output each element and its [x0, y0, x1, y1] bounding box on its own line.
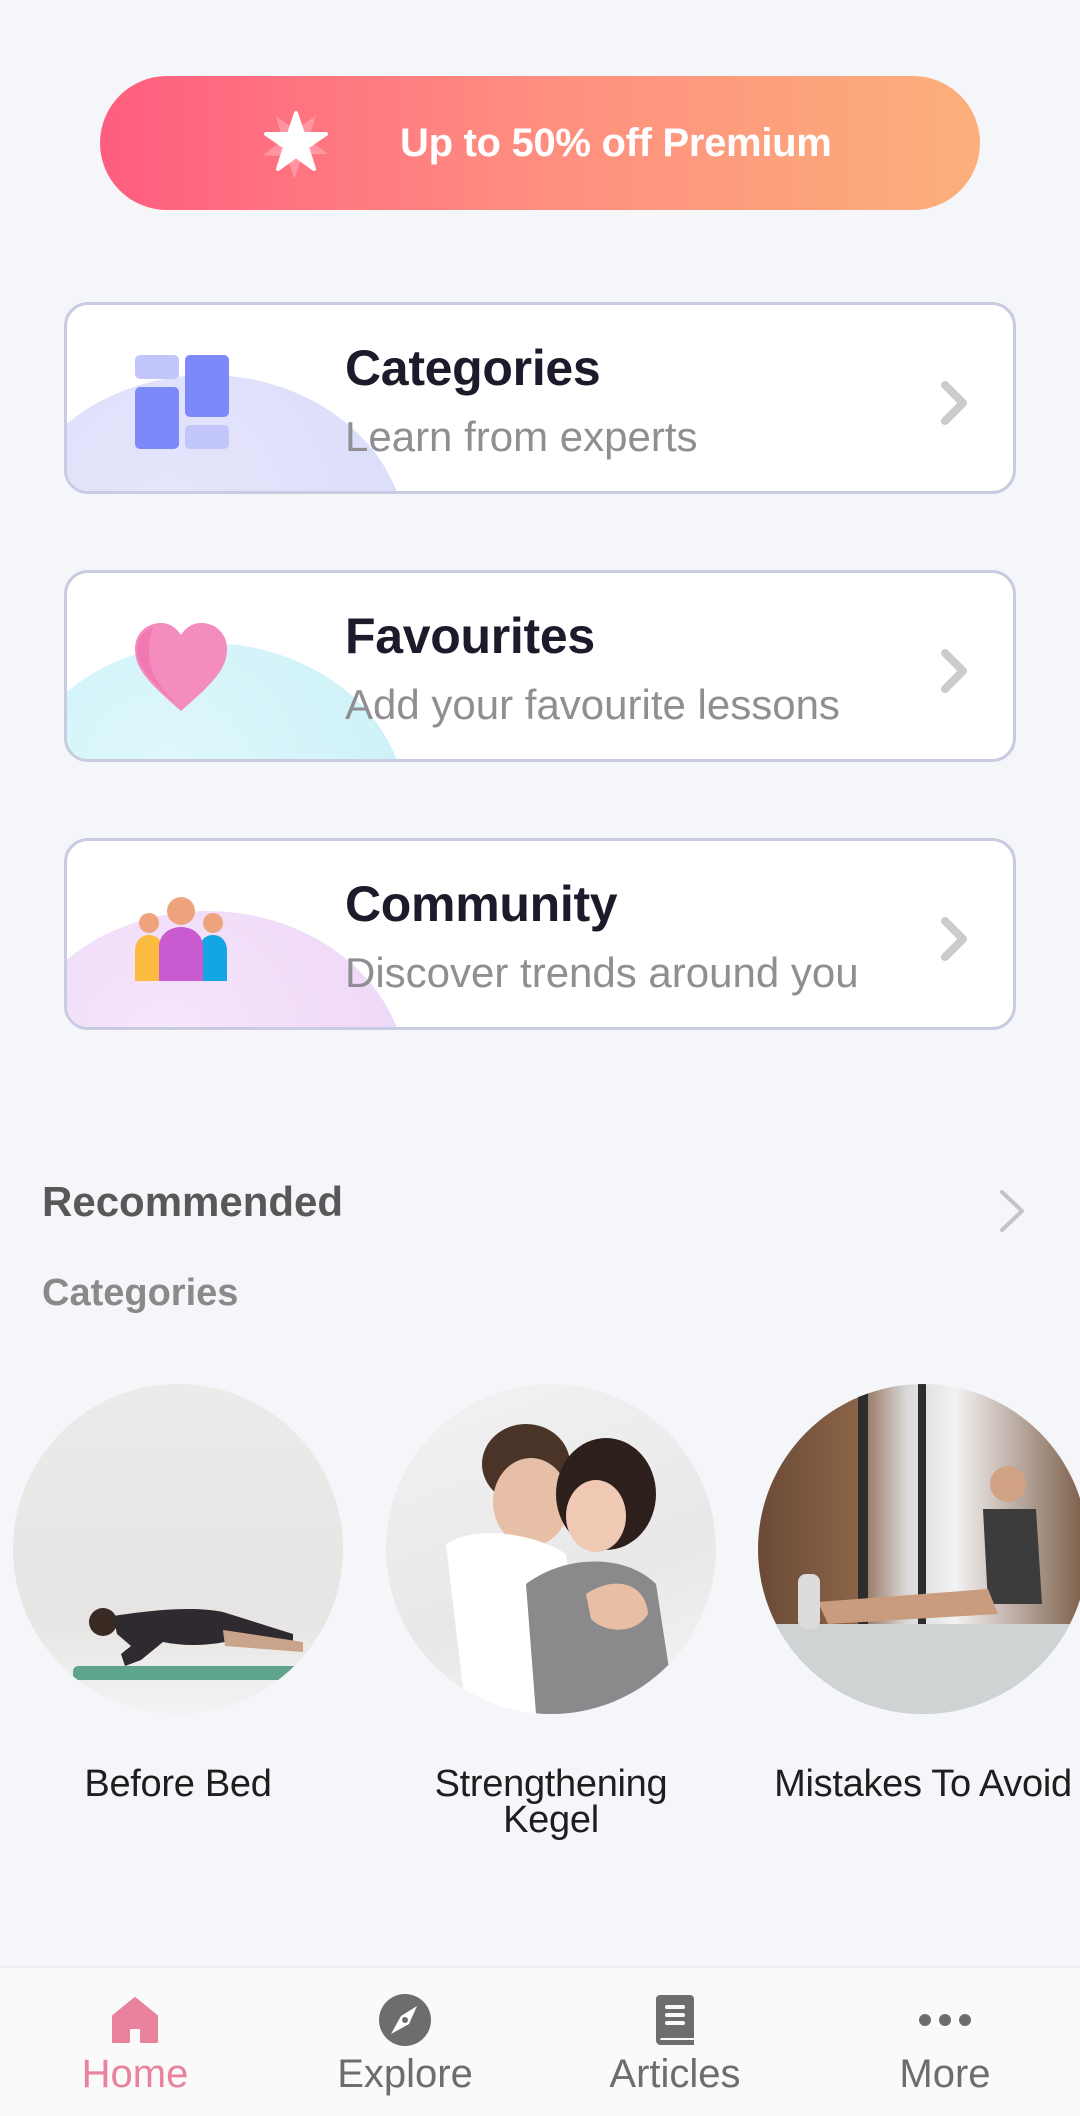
chevron-right-icon [941, 917, 967, 961]
premium-promo-button[interactable]: Up to 50% off Premium [100, 76, 980, 210]
plank-photo-illustration [73, 1608, 303, 1680]
couple-photo-illustration [446, 1424, 676, 1714]
compass-icon [379, 1994, 431, 2046]
promo-label: Up to 50% off Premium [400, 121, 832, 165]
card-subtitle: Learn from experts [345, 413, 698, 460]
heart-icon [135, 623, 227, 711]
category-image [13, 1384, 343, 1714]
recommended-subheading: Categories [42, 1272, 239, 1314]
card-subtitle: Add your favourite lessons [345, 681, 840, 728]
nav-label: Articles [609, 2052, 741, 2096]
categories-card[interactable]: Categories Learn from experts [64, 302, 1016, 494]
category-label: Mistakes To Avoid [774, 1763, 1072, 1805]
category-item-before-bed[interactable]: Before Bed [13, 1384, 343, 1805]
nav-tab-articles[interactable]: Articles [540, 1968, 810, 2116]
gym-stretch-photo-illustration [758, 1384, 1080, 1714]
book-icon [656, 1995, 694, 2045]
home-icon [112, 1997, 158, 2043]
community-people-icon [135, 897, 227, 981]
card-title: Categories [345, 340, 601, 396]
category-label: Strengthening Kegel [434, 1763, 668, 1841]
category-image [758, 1384, 1080, 1714]
categories-grid-icon [135, 355, 229, 449]
recommended-see-all-chevron-icon[interactable] [996, 1186, 1028, 1236]
bottom-navigation: Home Explore Articles More [0, 1966, 1080, 2116]
nav-tab-home[interactable]: Home [0, 1968, 270, 2116]
category-image [386, 1384, 716, 1714]
recommended-heading: Recommended [42, 1178, 344, 1225]
card-subtitle: Discover trends around you [345, 949, 859, 996]
category-item-mistakes-to-avoid[interactable]: Mistakes To Avoid [758, 1384, 1080, 1805]
more-dots-icon [919, 2014, 971, 2026]
favourites-card[interactable]: Favourites Add your favourite lessons [64, 570, 1016, 762]
nav-label: Explore [337, 2052, 473, 2096]
community-card[interactable]: Community Discover trends around you [64, 838, 1016, 1030]
nav-label: Home [81, 2052, 189, 2096]
category-item-strengthening-kegel[interactable]: Strengthening Kegel [386, 1384, 716, 1841]
nav-tab-explore[interactable]: Explore [270, 1968, 540, 2116]
card-title: Community [345, 876, 618, 932]
chevron-right-icon [941, 381, 967, 425]
star-icon [262, 111, 328, 179]
card-title: Favourites [345, 608, 595, 664]
category-label: Before Bed [84, 1763, 272, 1805]
nav-label: More [899, 2052, 991, 2096]
chevron-right-icon [941, 649, 967, 693]
nav-tab-more[interactable]: More [810, 1968, 1080, 2116]
